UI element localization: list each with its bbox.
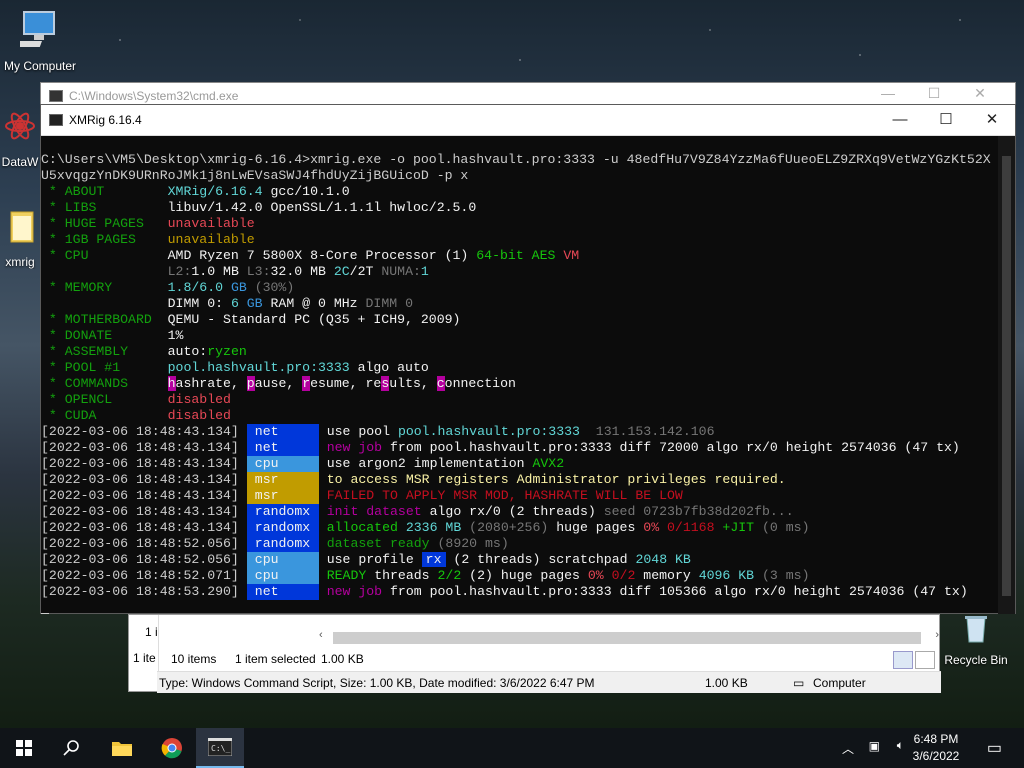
- xmrig-terminal-window[interactable]: XMRig 6.16.4 — ☐ ✕ C:\Users\VM5\Desktop\…: [40, 104, 1016, 614]
- folder-icon: [112, 742, 132, 756]
- scroll-left-icon[interactable]: ‹: [319, 629, 323, 641]
- network-icon[interactable]: ▣: [869, 739, 880, 753]
- terminal-icon: C:\_: [208, 738, 232, 756]
- log-line: [2022-03-06 18:48:43.134] randomx alloca…: [41, 520, 810, 536]
- vertical-scrollbar[interactable]: [998, 136, 1015, 614]
- file-explorer-taskbar-button[interactable]: [98, 728, 146, 768]
- log-line: [2022-03-06 18:48:43.134] cpu use argon2…: [41, 456, 565, 472]
- cmd-icon: [49, 114, 63, 126]
- log-line: [2022-03-06 18:48:43.134] msr FAILED TO …: [41, 488, 683, 504]
- log-line: [2022-03-06 18:48:43.134] net new job fr…: [41, 440, 960, 456]
- desktop-icon-label: My Computer: [3, 59, 77, 73]
- computer-icon: [0, 8, 80, 55]
- maximize-button[interactable]: ☐: [911, 85, 957, 102]
- desktop-icon-label: Recycle Bin: [944, 653, 1008, 667]
- minimize-button[interactable]: —: [877, 105, 923, 136]
- selection-count: 1 item selected: [235, 652, 316, 666]
- info-commands: * COMMANDS hashrate, pause, resume, resu…: [41, 376, 516, 391]
- notification-icon[interactable]: ▭: [987, 738, 1002, 758]
- scroll-right-icon[interactable]: ›: [935, 629, 939, 641]
- info-about: * ABOUT XMRig/6.16.4 gcc/10.1.0: [41, 184, 350, 199]
- navigation-pane: 1 i 1 ite: [129, 615, 159, 671]
- cmd-taskbar-button[interactable]: C:\_: [196, 728, 244, 768]
- info-dimm: DIMM 0: 6 GB RAM @ 0 MHz DIMM 0: [167, 296, 413, 311]
- scroll-thumb[interactable]: [1002, 156, 1011, 596]
- info-assembly: * ASSEMBLY auto:ryzen: [41, 344, 247, 359]
- desktop-icon-label: DataW: [1, 155, 39, 169]
- log-line: [2022-03-06 18:48:52.071] cpu READY thre…: [41, 568, 810, 584]
- selection-size: 1.00 KB: [321, 652, 364, 666]
- command-line-cont: U5xvqgzYnDK9URnRoJMk1j8nLwEVsaSWJ4fhdUyZ…: [41, 168, 469, 183]
- windows-icon: [16, 740, 32, 756]
- recycle-bin-icon: [936, 612, 1016, 649]
- svg-text:C:\_: C:\_: [211, 744, 230, 753]
- clock-time[interactable]: 6:48 PM: [908, 732, 964, 746]
- info-motherboard: * MOTHERBOARD QEMU - Standard PC (Q35 + …: [41, 312, 461, 327]
- log-line: [2022-03-06 18:48:52.056] randomx datase…: [41, 536, 509, 552]
- console-output[interactable]: C:\Users\VM5\Desktop\xmrig-6.16.4>xmrig.…: [41, 136, 1015, 614]
- nav-item: 1 ite: [133, 651, 156, 665]
- window-title: C:\Windows\System32\cmd.exe: [69, 89, 239, 103]
- status-bar: 10 items 1 item selected 1.00 KB: [159, 647, 941, 671]
- volume-icon[interactable]: 🔈︎: [897, 738, 904, 753]
- search-icon: [63, 740, 79, 756]
- desktop-icon-my-computer[interactable]: My Computer: [0, 8, 80, 73]
- title-bar[interactable]: XMRig 6.16.4 — ☐ ✕: [41, 105, 1015, 136]
- file-type-info: Type: Windows Command Script, Size: 1.00…: [159, 676, 595, 690]
- file-explorer-window[interactable]: 1 i 1 ite ‹ › 10 items 1 item selected 1…: [128, 614, 941, 693]
- log-line: [2022-03-06 18:48:52.056] cpu use profil…: [41, 552, 691, 568]
- chrome-icon: [161, 738, 182, 759]
- console-cursor: [41, 600, 1015, 614]
- log-line: [2022-03-06 18:48:53.290] net new job fr…: [41, 584, 968, 600]
- desktop-icon-xmrig[interactable]: xmrig: [0, 208, 40, 269]
- maximize-button[interactable]: ☐: [923, 105, 969, 136]
- computer-icon: ▭: [793, 676, 805, 690]
- location-label: Computer: [813, 676, 866, 690]
- info-libs: * LIBS libuv/1.42.0 OpenSSL/1.1.1l hwloc…: [41, 200, 477, 215]
- minimize-button[interactable]: —: [865, 85, 911, 102]
- desktop-icon-recycle-bin[interactable]: Recycle Bin: [936, 612, 1016, 667]
- info-cuda: * CUDA disabled: [41, 408, 231, 423]
- log-line: [2022-03-06 18:48:43.134] msr to access …: [41, 472, 786, 488]
- info-huge-pages: * HUGE PAGES unavailable: [41, 216, 255, 231]
- large-icons-view-icon[interactable]: [915, 651, 935, 669]
- details-bar: Type: Windows Command Script, Size: 1.00…: [157, 671, 941, 693]
- info-cpu-cache: L2:1.0 MB L3:32.0 MB 2C/2T NUMA:1: [167, 264, 429, 279]
- horizontal-scrollbar[interactable]: ‹ ›: [319, 629, 939, 647]
- clock-date[interactable]: 3/6/2022: [908, 749, 964, 763]
- info-1gb-pages: * 1GB PAGES unavailable: [41, 232, 255, 247]
- nav-item: 1 i: [145, 625, 158, 639]
- close-button[interactable]: ✕: [957, 85, 1003, 102]
- chevron-up-icon[interactable]: ︿: [842, 740, 854, 757]
- chrome-taskbar-button[interactable]: [148, 728, 196, 768]
- log-line: [2022-03-06 18:48:43.134] net use pool p…: [41, 424, 715, 440]
- command-line: C:\Users\VM5\Desktop\xmrig-6.16.4>xmrig.…: [41, 152, 991, 167]
- item-count: 10 items: [171, 652, 217, 666]
- details-view-icon[interactable]: [893, 651, 913, 669]
- cmd-icon: [49, 90, 63, 102]
- desktop-icon-dataw[interactable]: DataW: [0, 108, 40, 169]
- info-cpu: * CPU AMD Ryzen 7 5800X 8-Core Processor…: [41, 248, 580, 263]
- start-button[interactable]: [0, 728, 48, 768]
- info-donate: * DONATE 1%: [41, 328, 184, 343]
- window-title: XMRig 6.16.4: [69, 113, 142, 127]
- info-memory: * MEMORY 1.8/6.0 GB (30%): [41, 280, 295, 295]
- scroll-thumb[interactable]: [333, 632, 921, 644]
- close-button[interactable]: ✕: [969, 105, 1015, 136]
- folder-icon: [0, 208, 40, 251]
- info-opencl: * OPENCL disabled: [41, 392, 231, 407]
- info-pool: * POOL #1 pool.hashvault.pro:3333 algo a…: [41, 360, 429, 375]
- log-line: [2022-03-06 18:48:43.134] randomx init d…: [41, 504, 794, 520]
- desktop-icon-label: xmrig: [5, 255, 35, 269]
- taskbar: C:\_ ︿ ▣ 🔈︎ 6:48 PM 3/6/2022 ▭: [0, 728, 1024, 768]
- atom-icon: [0, 108, 40, 151]
- file-size: 1.00 KB: [705, 676, 748, 690]
- search-button[interactable]: [48, 728, 96, 768]
